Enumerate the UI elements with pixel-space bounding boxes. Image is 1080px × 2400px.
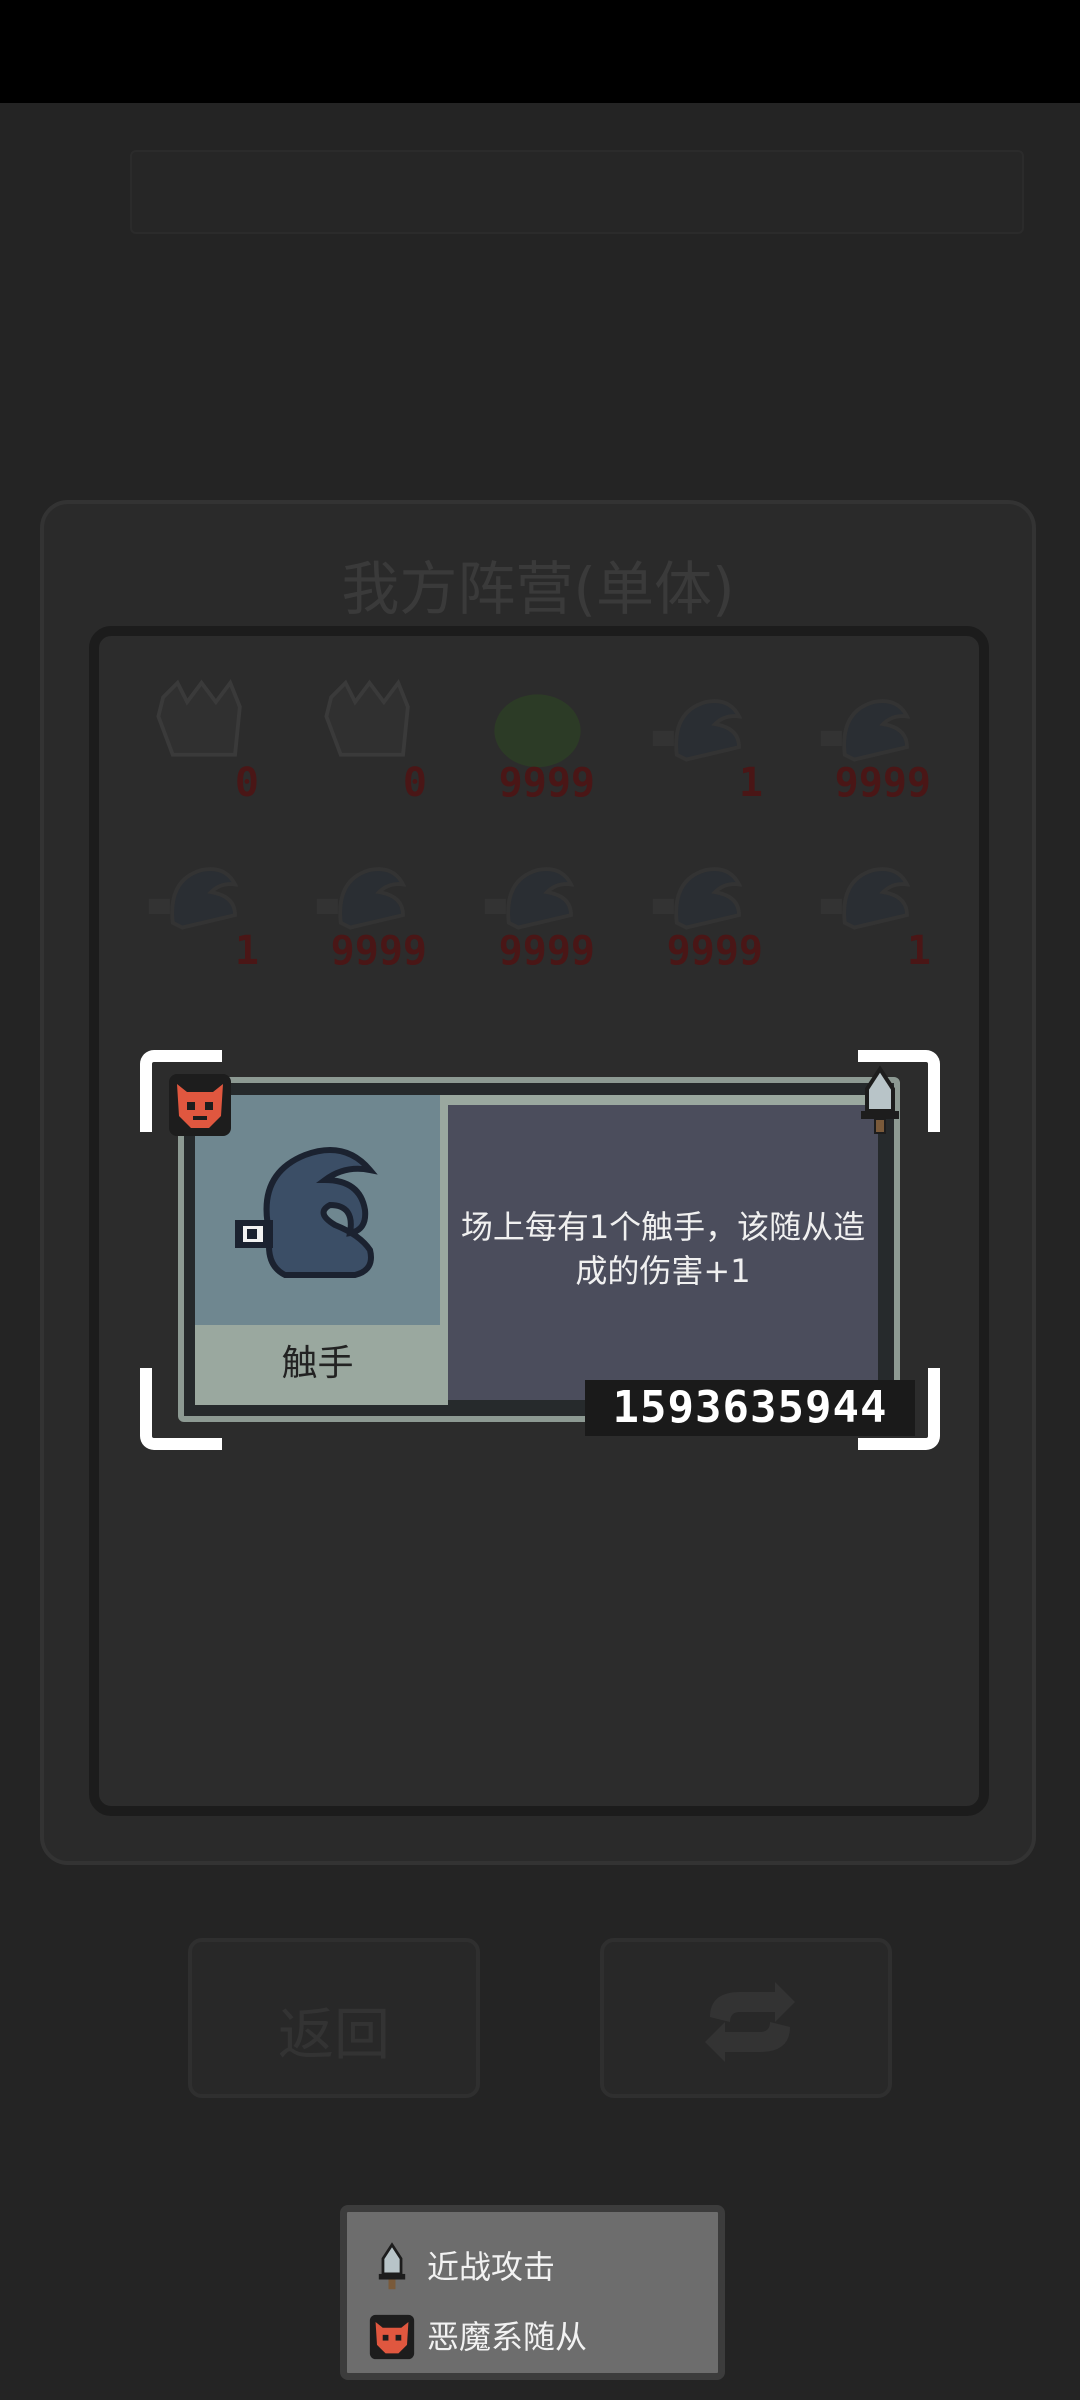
back-button-label: 返回 — [278, 2003, 390, 2068]
unit-count: 0 — [402, 760, 427, 806]
unit-slot[interactable]: 1 — [643, 676, 763, 806]
tooltip-top-strip — [448, 1095, 878, 1105]
unit-description: 场上每有1个触手，该随从造成的伤害+1 — [460, 1208, 866, 1290]
unit-name: 触手 — [195, 1325, 440, 1405]
unit-count: 1 — [906, 928, 931, 974]
demon-mask-icon — [169, 1074, 231, 1136]
unit-count: 1 — [234, 928, 259, 974]
unit-slot[interactable]: 9999 — [307, 844, 427, 974]
legend-item-demon: 恶魔系随从 — [369, 2307, 588, 2367]
legend-item-melee: 近战攻击 — [378, 2237, 556, 2297]
unit-slot[interactable]: 0 — [139, 676, 259, 806]
tooltip-separator — [440, 1095, 448, 1405]
panel-title: 我方阵营(单体) — [341, 555, 735, 623]
legend-box: 近战攻击 恶魔系随从 — [340, 2205, 725, 2380]
unit-count: 1 — [738, 760, 763, 806]
unit-slot[interactable]: 9999 — [811, 676, 931, 806]
unit-count: 9999 — [330, 928, 427, 974]
legend-label-demon: 恶魔系随从 — [427, 2318, 588, 2356]
unit-slot[interactable]: 1 — [811, 844, 931, 974]
refresh-button[interactable] — [600, 1938, 892, 2098]
back-button[interactable]: 返回 — [188, 1938, 480, 2098]
top-bar-background — [130, 150, 1024, 234]
unit-id-number: 1593635944 — [585, 1380, 915, 1436]
status-bar — [0, 0, 1080, 103]
unit-count: 9999 — [666, 928, 763, 974]
refresh-icon — [705, 1982, 795, 2062]
unit-count: 9999 — [498, 760, 595, 806]
demon-mask-icon — [369, 2314, 415, 2360]
legend-label-melee: 近战攻击 — [427, 2248, 556, 2286]
unit-slot[interactable]: 9999 — [643, 844, 763, 974]
sword-icon — [378, 2242, 406, 2290]
unit-count: 9999 — [498, 928, 595, 974]
unit-slot[interactable]: 0 — [307, 676, 427, 806]
unit-count: 9999 — [834, 760, 931, 806]
unit-slot[interactable]: 9999 — [475, 844, 595, 974]
unit-slot[interactable]: 1 — [139, 844, 259, 974]
unit-count: 0 — [234, 760, 259, 806]
unit-slot[interactable]: 9999 — [475, 676, 595, 806]
sword-icon — [861, 1065, 899, 1134]
